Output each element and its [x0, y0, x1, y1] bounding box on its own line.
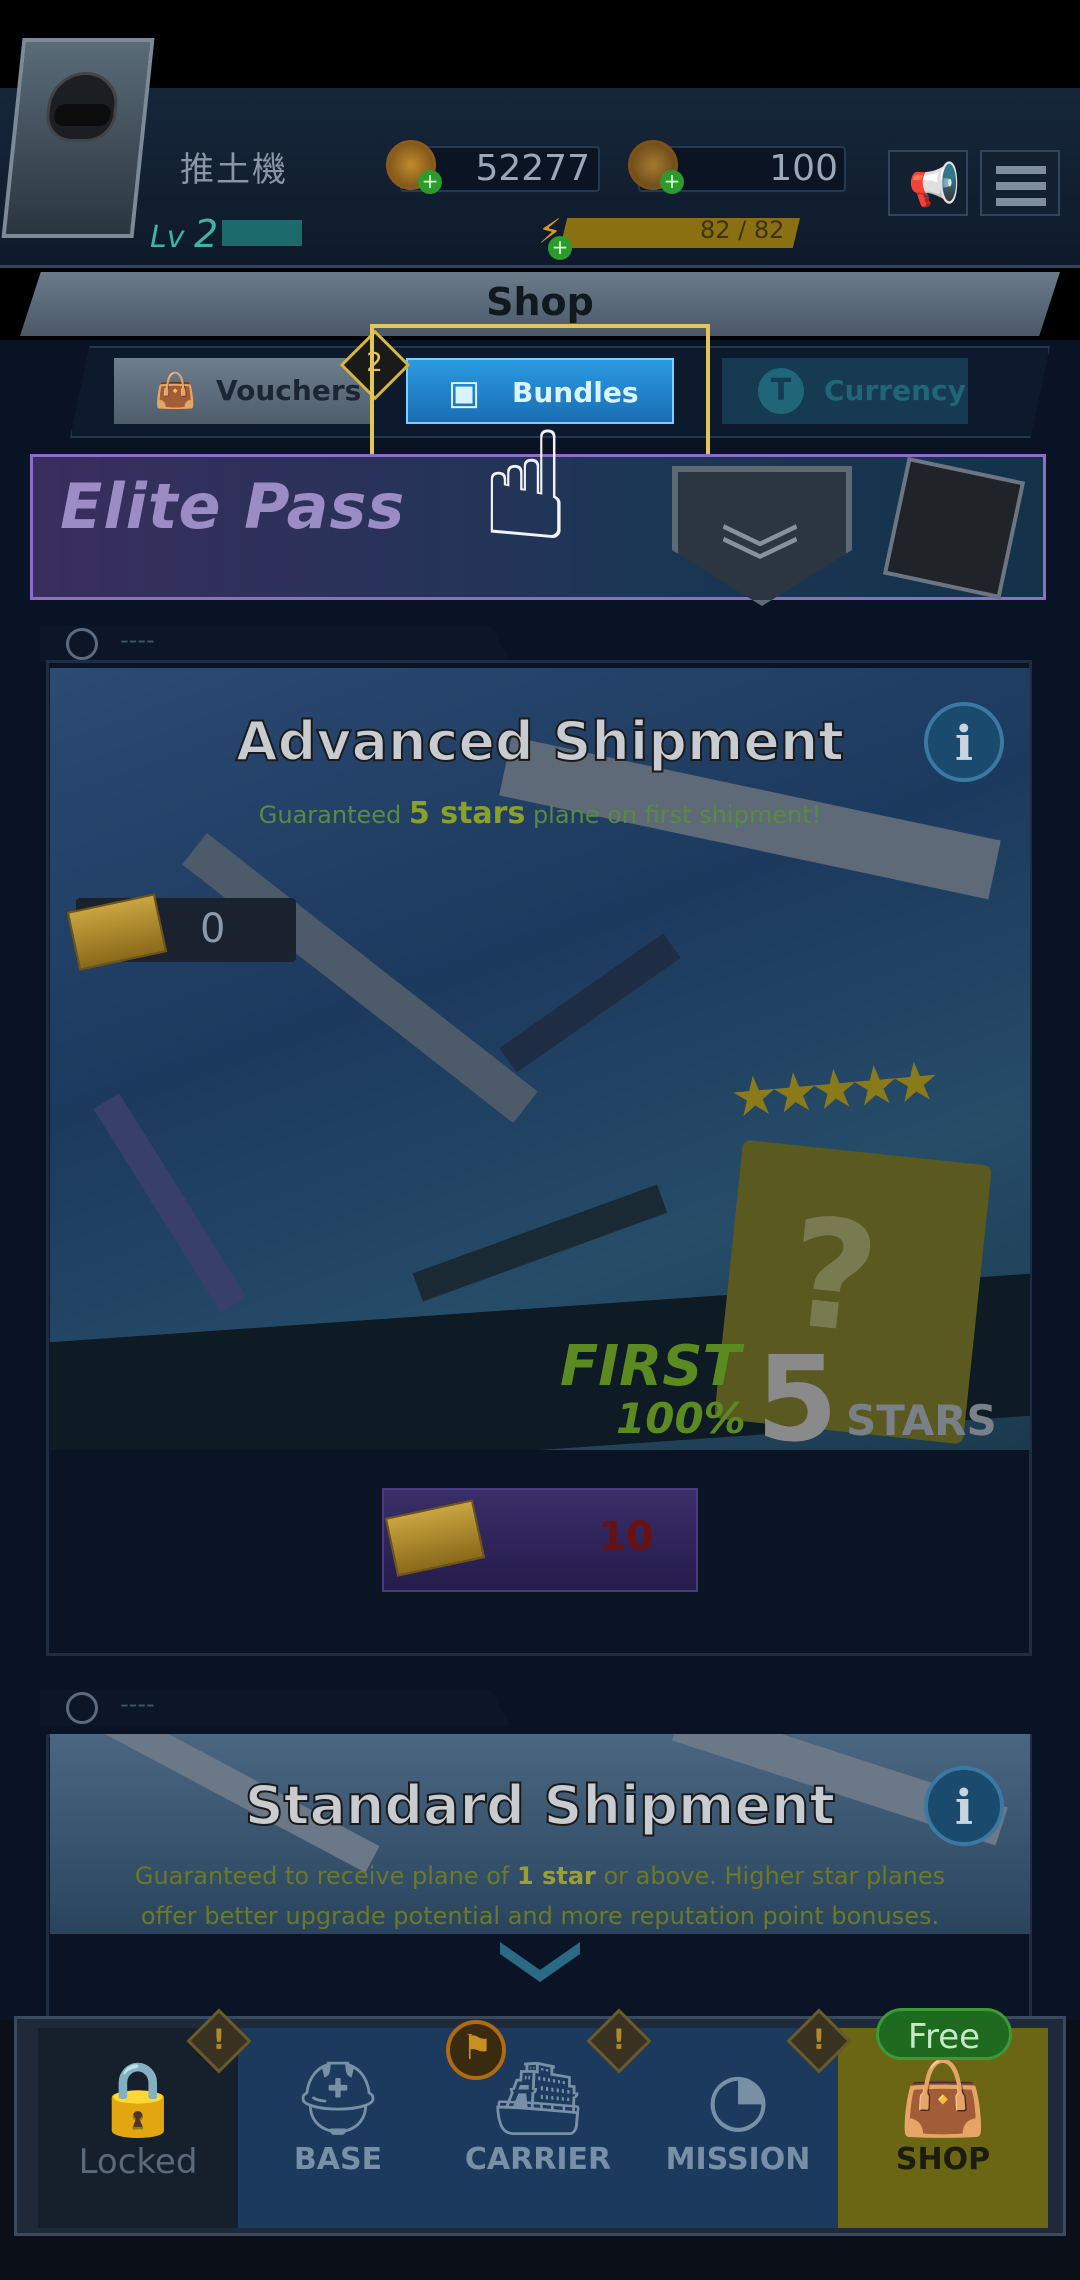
lock-icon: 🔒: [93, 2056, 183, 2140]
price-value: 10: [598, 1514, 654, 1560]
card-subtitle: Guaranteed 5 stars plane on first shipme…: [258, 796, 822, 831]
elite-pass-title: Elite Pass: [60, 470, 406, 543]
tab-label: Currency: [824, 374, 966, 407]
helmet-icon: ⛑: [292, 2056, 384, 2140]
info-button[interactable]: i: [924, 1766, 1004, 1846]
owned-ticket-count: 0: [200, 906, 226, 952]
xp-bar: [222, 220, 302, 246]
clock-icon: [66, 1692, 98, 1724]
ticket-value: 100: [769, 148, 838, 189]
timer-text: ----: [120, 626, 155, 654]
shop-bag-icon: 👜: [898, 2056, 988, 2140]
player-name: 推土機: [180, 150, 288, 190]
announcement-button[interactable]: 📢: [888, 150, 968, 216]
carrier-icon: ⛴: [492, 2056, 584, 2140]
radar-icon: ◔: [706, 2056, 770, 2140]
flag-badge-icon: ⚑: [446, 2020, 506, 2080]
add-tickets-icon[interactable]: +: [660, 170, 684, 194]
megaphone-icon: 📢: [908, 160, 961, 209]
tab-vouchers[interactable]: 👜 Vouchers: [114, 358, 372, 424]
info-button[interactable]: i: [924, 702, 1004, 782]
player-level: Lv 2: [150, 212, 219, 256]
card-subtitle: Guaranteed to receive plane of 1 star or…: [134, 1862, 946, 1890]
clock-icon: [66, 628, 98, 660]
promo-percent: 100%: [616, 1394, 746, 1443]
card-timer-bar: ----: [40, 626, 510, 662]
menu-button[interactable]: [980, 150, 1060, 216]
ticket-coin-icon: T: [758, 368, 804, 414]
nav-base[interactable]: ⛑ BASE: [238, 2028, 438, 2228]
promo-five: 5: [756, 1330, 839, 1468]
player-avatar[interactable]: [1, 38, 155, 238]
page-title: Shop: [486, 280, 594, 324]
pilot-visor: [53, 104, 112, 126]
chevron-rank-icon: ︾: [720, 518, 800, 611]
coin-value: 52277: [475, 148, 590, 189]
promo-first: FIRST: [560, 1334, 741, 1399]
info-icon: i: [954, 1780, 974, 1836]
tab-label: Vouchers: [216, 374, 362, 407]
add-energy-icon[interactable]: +: [548, 236, 572, 260]
info-icon: i: [954, 716, 974, 772]
card-timer-bar: ----: [40, 1690, 510, 1726]
tab-currency[interactable]: T Currency: [722, 358, 968, 424]
bag-icon: 👜: [154, 371, 197, 411]
timer-text: ----: [120, 1690, 155, 1718]
promo-stars: STARS: [846, 1396, 997, 1445]
status-bar: [0, 0, 1080, 88]
card-title: Standard Shipment: [244, 1773, 836, 1838]
gear-item-icon: [882, 456, 1026, 600]
add-coins-icon[interactable]: +: [418, 170, 442, 194]
free-badge: Free: [876, 2008, 1012, 2060]
energy-value: 82 / 82: [700, 216, 785, 244]
card-title: Advanced Shipment: [235, 709, 845, 774]
card-subtitle-line2: offer better upgrade potential and more …: [140, 1902, 940, 1930]
pointing-hand-icon: ☝: [480, 400, 572, 574]
